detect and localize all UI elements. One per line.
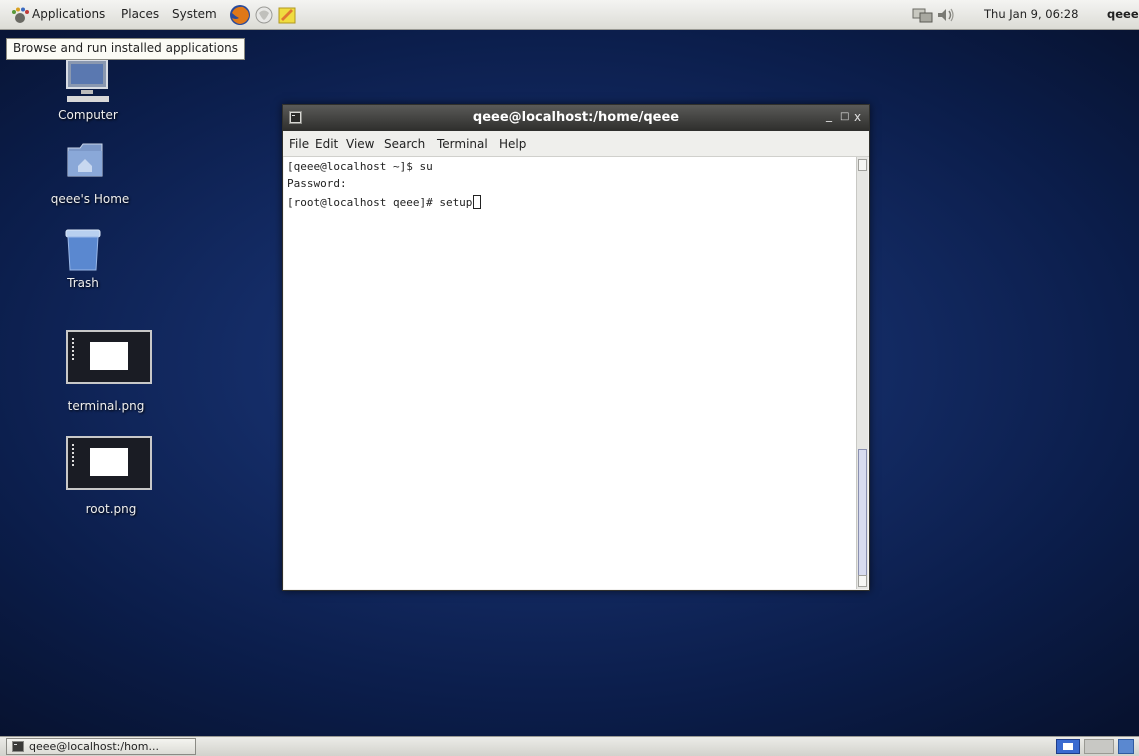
image-thumbnail-icon[interactable] [66,330,152,384]
desktop-icon-label-root-png[interactable]: root.png [51,502,171,516]
close-button[interactable]: x [854,110,861,124]
taskbar-window-button[interactable]: qeee@localhost:/hom... [6,738,196,755]
minimize-button[interactable]: _ [826,108,832,122]
trash-applet-icon[interactable] [1118,739,1134,754]
workspace-2[interactable] [1084,739,1114,754]
clock[interactable]: Thu Jan 9, 06:28 [984,7,1078,21]
menu-edit[interactable]: Edit [315,137,338,151]
terminal-command-line: [root@localhost qeee]# setup [287,196,473,209]
volume-icon[interactable] [936,7,956,23]
terminal-line: [root@localhost qeee]# setup [287,195,482,209]
scroll-up-arrow-icon[interactable] [858,159,867,171]
desktop-icon-label-computer[interactable]: Computer [28,108,148,122]
menu-bar: File Edit View Search Terminal Help [283,131,869,157]
desktop-icon-label-trash[interactable]: Trash [23,276,143,290]
bottom-panel: qeee@localhost:/hom... [0,736,1139,756]
vertical-scrollbar[interactable] [856,157,868,589]
computer-icon[interactable] [63,60,113,106]
title-bar[interactable]: qeee@localhost:/home/qeee _ □ x [283,105,869,131]
menu-file[interactable]: File [289,137,309,151]
window-title: qeee@localhost:/home/qeee [472,110,680,125]
desktop-icon-label-terminal-png[interactable]: terminal.png [46,399,166,413]
maximize-button[interactable]: □ [840,111,849,122]
menu-applications[interactable]: Applications [32,7,105,21]
notes-icon[interactable] [277,5,297,25]
home-folder-icon[interactable] [66,142,104,178]
terminal-text-area[interactable]: [qeee@localhost ~]$ su Password: [root@l… [284,157,856,589]
thumbnail-preview [90,342,128,370]
menu-places[interactable]: Places [121,7,159,21]
scroll-thumb[interactable] [858,449,867,577]
thumbnail-marks [72,444,76,466]
menu-terminal[interactable]: Terminal [437,137,488,151]
workspace-window-preview [1063,743,1073,750]
evolution-mail-icon[interactable] [254,5,274,25]
terminal-line: Password: [287,177,347,190]
tooltip: Browse and run installed applications [6,38,246,60]
text-cursor [473,195,482,209]
applications-foot-icon [12,7,29,23]
menu-help[interactable]: Help [499,137,526,151]
desktop: Applications Places System Thu Jan 9, 06… [0,0,1139,756]
desktop-icon-label-home[interactable]: qeee's Home [30,192,150,206]
terminal-app-icon [12,741,24,752]
scroll-down-arrow-icon[interactable] [858,575,867,587]
menu-view[interactable]: View [346,137,374,151]
trash-icon[interactable] [64,228,102,272]
taskbar-window-label: qeee@localhost:/hom... [29,740,159,753]
thumbnail-marks [72,338,76,360]
firefox-icon[interactable] [229,4,251,26]
menu-search[interactable]: Search [384,137,425,151]
terminal-window[interactable]: qeee@localhost:/home/qeee _ □ x File Edi… [282,104,870,591]
image-thumbnail-icon[interactable] [66,436,152,490]
thumbnail-preview [90,448,128,476]
menu-system[interactable]: System [172,7,217,21]
terminal-line: [qeee@localhost ~]$ su [287,160,433,173]
network-icon[interactable] [912,7,934,23]
user-menu[interactable]: qeee [1107,7,1139,21]
workspace-1[interactable] [1056,739,1080,754]
top-panel: Applications Places System Thu Jan 9, 06… [0,0,1139,30]
